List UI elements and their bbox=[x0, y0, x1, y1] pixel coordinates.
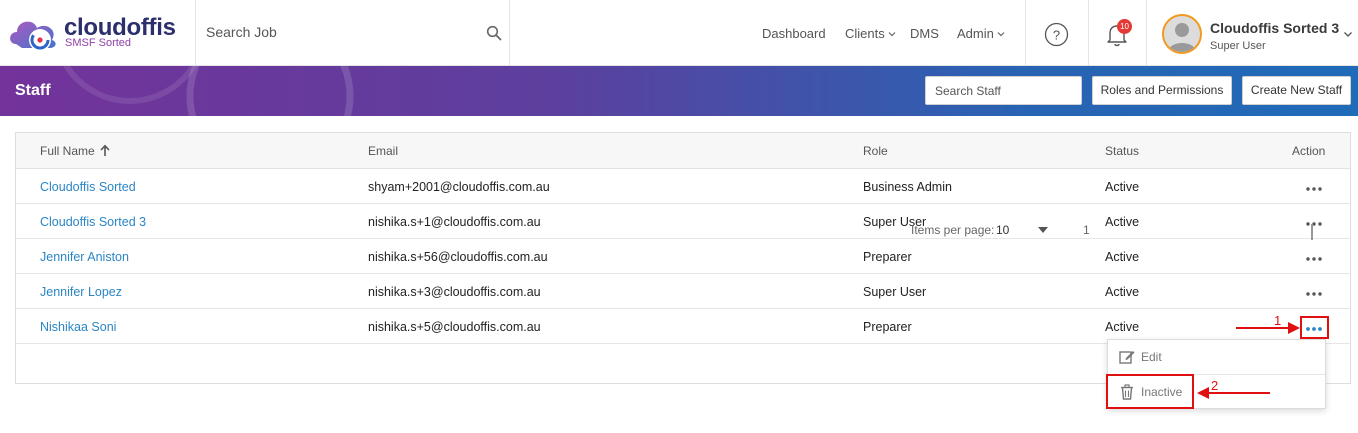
nav-dashboard[interactable]: Dashboard bbox=[762, 26, 826, 41]
staff-email: shyam+2001@cloudoffis.com.au bbox=[368, 180, 550, 194]
user-role: Super User bbox=[1210, 40, 1266, 52]
nav-admin-label: Admin bbox=[957, 26, 994, 41]
more-actions-icon[interactable] bbox=[1304, 181, 1324, 193]
staff-email: nishika.s+5@cloudoffis.com.au bbox=[368, 320, 541, 334]
table-row: Cloudoffis Sorted shyam+2001@cloudoffis.… bbox=[16, 169, 1350, 204]
pagination-range: 1 bbox=[1083, 223, 1090, 237]
staff-name-link[interactable]: Jennifer Lopez bbox=[40, 285, 122, 299]
more-actions-icon[interactable] bbox=[1304, 216, 1324, 228]
roles-permissions-button[interactable]: Roles and Permissions bbox=[1092, 76, 1232, 105]
staff-email: nishika.s+3@cloudoffis.com.au bbox=[368, 285, 541, 299]
divider bbox=[1025, 0, 1026, 66]
menu-item-edit[interactable]: Edit bbox=[1108, 340, 1325, 374]
create-new-staff-button[interactable]: Create New Staff bbox=[1242, 76, 1351, 105]
menu-item-edit-label: Edit bbox=[1141, 350, 1162, 364]
search-icon[interactable] bbox=[486, 25, 502, 41]
chevron-down-icon bbox=[888, 31, 896, 36]
divider bbox=[1146, 0, 1147, 66]
annotation-highlight-inactive bbox=[1106, 374, 1194, 409]
staff-status: Active bbox=[1105, 285, 1140, 299]
nav-admin[interactable]: Admin bbox=[957, 26, 1005, 41]
table-row: Cloudoffis Sorted 3 nishika.s+1@cloudoff… bbox=[16, 204, 1350, 239]
user-silhouette-icon bbox=[1168, 23, 1196, 52]
table-row: Jennifer Aniston nishika.s+56@cloudoffis… bbox=[16, 239, 1350, 274]
staff-status: Active bbox=[1105, 250, 1140, 264]
search-job-input[interactable]: Search Job bbox=[206, 24, 486, 40]
staff-role: Preparer bbox=[863, 250, 912, 264]
staff-role: Business Admin bbox=[863, 180, 952, 194]
nav-clients-label: Clients bbox=[845, 26, 885, 41]
page-title: Staff bbox=[15, 82, 51, 99]
more-actions-icon[interactable] bbox=[1304, 251, 1324, 263]
staff-status: Active bbox=[1105, 215, 1140, 229]
nav-dms-label: DMS bbox=[910, 26, 939, 41]
page-header-banner: Staff Roles and Permissions Create New S… bbox=[0, 66, 1358, 116]
annotation-highlight-actions bbox=[1300, 316, 1329, 339]
avatar[interactable] bbox=[1162, 14, 1202, 54]
column-role: Role bbox=[863, 144, 888, 158]
caret-down-icon[interactable] bbox=[1038, 227, 1048, 233]
cloud-logo-icon bbox=[10, 21, 56, 51]
user-name[interactable]: Cloudoffis Sorted 3 bbox=[1210, 20, 1339, 36]
divider bbox=[1088, 0, 1089, 66]
nav-dms[interactable]: DMS bbox=[910, 26, 939, 41]
edit-icon bbox=[1119, 351, 1135, 364]
staff-status: Active bbox=[1105, 320, 1140, 334]
items-per-page-label: Items per page: bbox=[911, 223, 995, 237]
notification-badge: 10 bbox=[1117, 19, 1132, 34]
staff-name-link[interactable]: Nishikaa Soni bbox=[40, 320, 116, 334]
table-row: Jennifer Lopez nishika.s+3@cloudoffis.co… bbox=[16, 274, 1350, 309]
decorative-arcs bbox=[63, 66, 354, 116]
divider bbox=[509, 0, 510, 66]
column-full-name[interactable]: Full Name bbox=[40, 144, 95, 158]
pagination-last-page-icon[interactable] bbox=[1311, 224, 1313, 240]
staff-email: nishika.s+56@cloudoffis.com.au bbox=[368, 250, 548, 264]
items-per-page-select[interactable]: 10 bbox=[996, 223, 1009, 237]
svg-text:?: ? bbox=[1053, 28, 1060, 43]
staff-role: Preparer bbox=[863, 320, 912, 334]
logo-subtitle: SMSF Sorted bbox=[65, 37, 132, 49]
column-email: Email bbox=[368, 144, 399, 158]
staff-name-link[interactable]: Cloudoffis Sorted bbox=[40, 180, 136, 194]
staff-email: nishika.s+1@cloudoffis.com.au bbox=[368, 215, 541, 229]
staff-name-link[interactable]: Cloudoffis Sorted 3 bbox=[40, 215, 146, 229]
chevron-down-icon[interactable] bbox=[1343, 29, 1353, 39]
top-navbar: cloudoffis SMSF Sorted Search Job Dashbo… bbox=[0, 0, 1358, 66]
search-staff-input[interactable] bbox=[925, 76, 1082, 105]
more-actions-icon[interactable] bbox=[1304, 286, 1324, 298]
annotation-step-1: 1 bbox=[1274, 313, 1282, 328]
staff-name-link[interactable]: Jennifer Aniston bbox=[40, 250, 129, 264]
column-status: Status bbox=[1105, 144, 1140, 158]
staff-role: Super User bbox=[863, 285, 927, 299]
table-header: Full Name Email Role Status Action bbox=[16, 133, 1350, 169]
nav-clients[interactable]: Clients bbox=[845, 26, 896, 41]
chevron-down-icon bbox=[997, 31, 1005, 36]
staff-status: Active bbox=[1105, 180, 1140, 194]
app-logo[interactable]: cloudoffis SMSF Sorted bbox=[6, 8, 190, 58]
annotation-step-2: 2 bbox=[1211, 378, 1219, 393]
help-icon[interactable]: ? bbox=[1044, 22, 1069, 47]
sort-arrow-up-icon[interactable] bbox=[99, 144, 111, 157]
column-action: Action bbox=[1292, 144, 1326, 158]
divider bbox=[195, 0, 196, 66]
nav-dashboard-label: Dashboard bbox=[762, 26, 826, 41]
